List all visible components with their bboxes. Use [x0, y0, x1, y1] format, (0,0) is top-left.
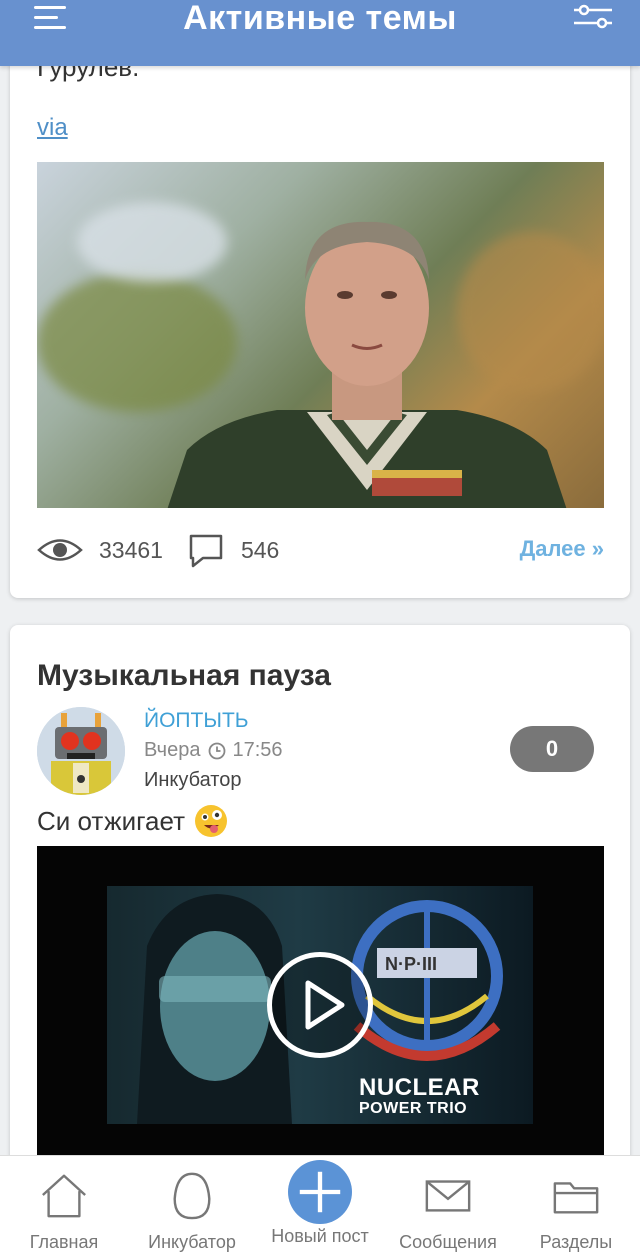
filter-icon[interactable] [572, 2, 614, 32]
nav-new-post-label: Новый пост [271, 1226, 369, 1246]
nav-incubator-label: Инкубатор [148, 1232, 236, 1252]
video-logo-title: NUCLEAR [359, 1074, 480, 1101]
bottom-navigation: Главная Инкубатор Новый пост Сообщения Р… [0, 1155, 640, 1253]
read-more-link[interactable]: Далее » [520, 536, 604, 562]
nav-messages-label: Сообщения [399, 1232, 497, 1252]
envelope-icon [425, 1180, 471, 1212]
crazy-face-emoji-icon [194, 805, 227, 837]
post-section[interactable]: Инкубатор [144, 769, 241, 792]
eye-icon [37, 539, 83, 561]
nav-incubator[interactable]: Инкубатор [128, 1156, 256, 1253]
comment-count-badge[interactable]: 0 [510, 726, 594, 772]
nav-messages[interactable]: Сообщения [384, 1156, 512, 1253]
comment-icon[interactable] [187, 532, 225, 568]
nav-sections[interactable]: Разделы [512, 1156, 640, 1253]
video-logo-subtitle: POWER TRIO [359, 1100, 468, 1117]
author-name[interactable]: ЙОПТЫТЬ [144, 709, 249, 733]
nav-sections-label: Разделы [539, 1232, 613, 1252]
post-date: Вчера 17:56 [144, 739, 283, 762]
clock-icon [209, 742, 226, 759]
post-card: Гурулев. via 33461 546 Далее » [10, 0, 630, 598]
comments-count: 546 [240, 536, 280, 563]
page-title: Активные темы [183, 0, 457, 37]
nav-home-label: Главная [29, 1232, 99, 1252]
egg-icon [173, 1172, 211, 1220]
post-title[interactable]: Музыкальная пауза [37, 659, 331, 693]
date-label: Вчера [144, 739, 201, 761]
views-count: 33461 [99, 536, 163, 563]
post-image[interactable] [37, 162, 604, 508]
play-button[interactable] [267, 952, 373, 1058]
menu-icon[interactable] [30, 0, 70, 36]
post-text: Си отжигает [37, 805, 227, 837]
post-stats: 33461 546 Далее » [37, 530, 604, 570]
home-icon [42, 1174, 86, 1218]
video-logo-badge: N·P·III [385, 954, 437, 974]
post-text-content: Си отжигает [37, 805, 185, 836]
via-link[interactable]: via [37, 114, 68, 142]
top-app-bar: Активные темы [0, 0, 640, 66]
time-label: 17:56 [232, 739, 283, 761]
nav-home[interactable]: Главная [0, 1156, 128, 1253]
nav-new-post[interactable]: Новый пост [256, 1156, 384, 1253]
post-card: Музыкальная пауза ЙОПТЫТЬ Вчера 17:56 Ин… [10, 625, 630, 1185]
video-player[interactable]: NUCLEAR POWER TRIO N·P·III [37, 846, 604, 1185]
plus-icon[interactable] [288, 1160, 352, 1224]
folder-icon [553, 1182, 599, 1214]
avatar[interactable] [37, 707, 125, 795]
